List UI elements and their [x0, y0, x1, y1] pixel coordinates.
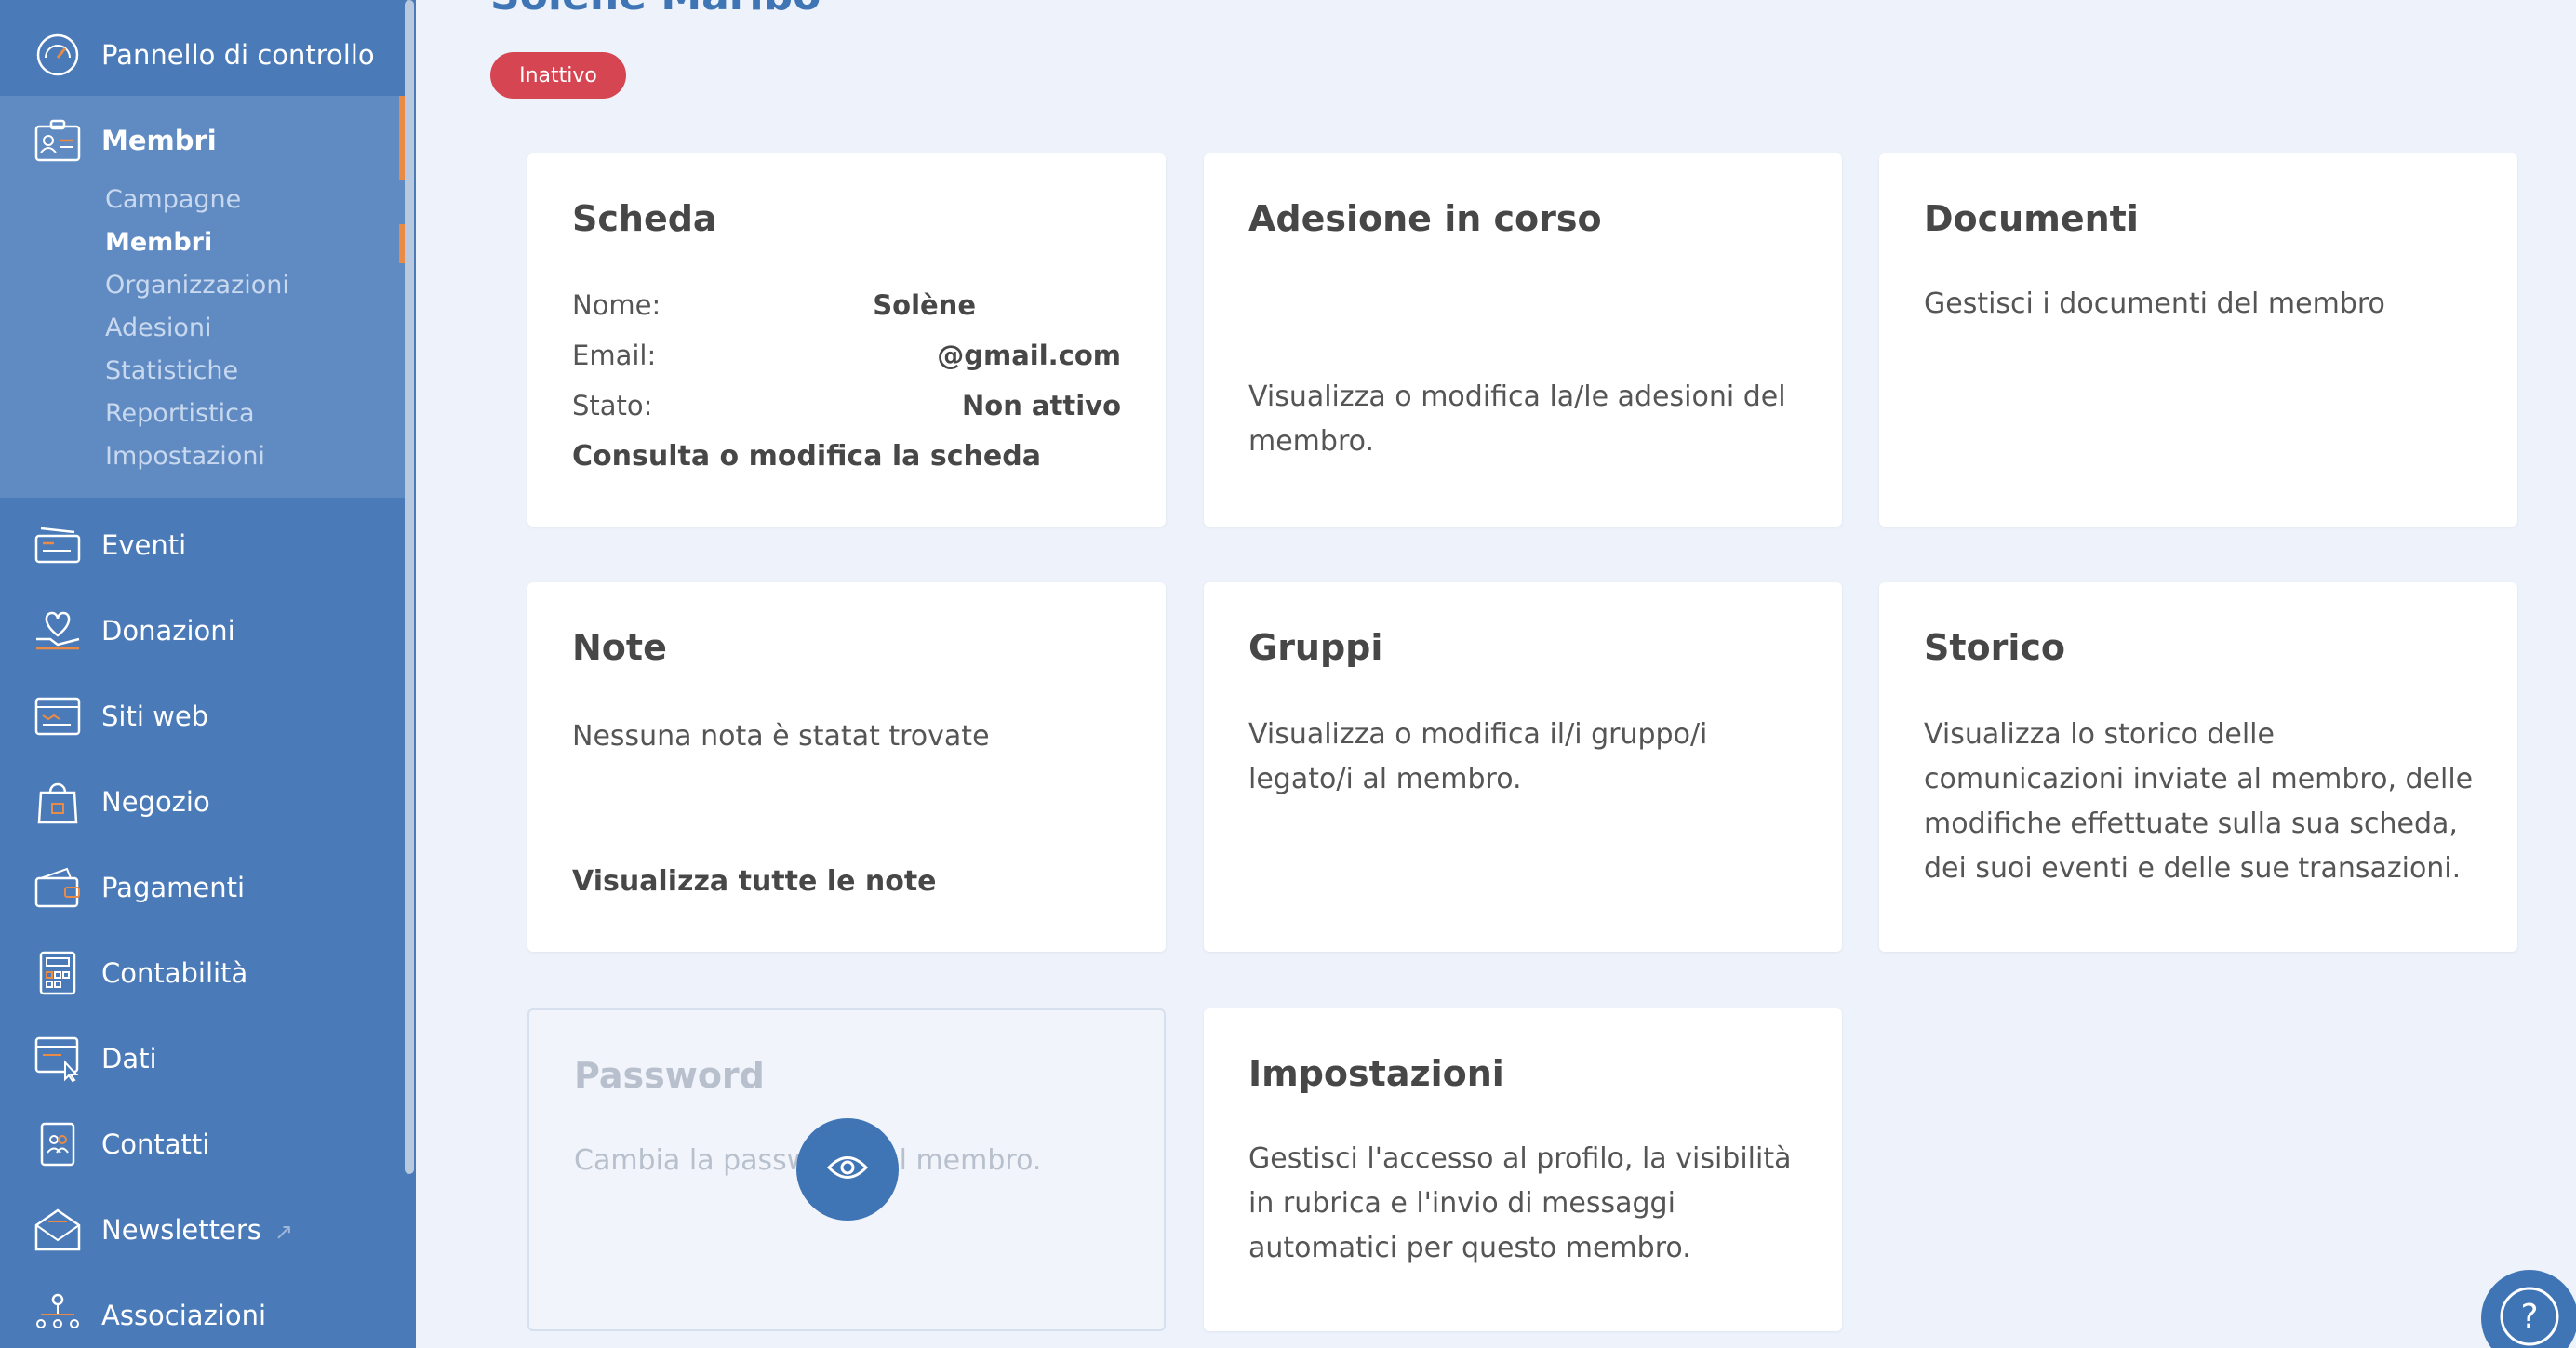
card-title: Documenti [1924, 198, 2139, 239]
sidebar-item-contacts[interactable]: Contatti [0, 1101, 405, 1187]
sidebar-item-shop[interactable]: Negozio [0, 759, 405, 845]
svg-text:?: ? [2520, 1298, 2538, 1336]
sidebar-item-data[interactable]: Dati [0, 1016, 405, 1101]
card-description: Visualizza lo storico delle comunicazion… [1924, 718, 2474, 885]
data-icon [33, 1034, 82, 1083]
submenu-item-statistics[interactable]: Statistiche [105, 356, 238, 385]
events-icon [33, 521, 82, 569]
field-label: Stato: [572, 390, 653, 421]
submenu-item-members[interactable]: Membri [105, 228, 212, 257]
sidebar: Pannello di controllo Membri Campagne Me… [0, 0, 416, 1348]
view-password-button[interactable] [796, 1118, 899, 1221]
sidebar-item-label: Siti web [101, 701, 209, 732]
status-badge: Inattivo [490, 52, 626, 99]
card-description: Visualizza o modifica la/le adesioni del… [1248, 380, 1786, 458]
sidebar-item-members[interactable]: Membri [0, 98, 405, 183]
field-email: Email: @gmail.com [572, 340, 1121, 377]
field-name: Nome: Solène [572, 289, 1121, 327]
card-title: Gruppi [1248, 627, 1383, 668]
sidebar-item-label: Membri [101, 125, 217, 156]
card-description: Nessuna nota è statat trovate [572, 720, 990, 753]
card-description: Gestisci i documenti del membro [1924, 287, 2385, 320]
submenu-item-campaigns[interactable]: Campagne [105, 185, 241, 214]
website-icon [33, 692, 82, 741]
card-title: Impostazioni [1248, 1053, 1504, 1094]
submenu-item-organizations[interactable]: Organizzazioni [105, 271, 289, 300]
field-value: Non attivo [962, 390, 1121, 421]
card-settings[interactable]: Impostazioni Gestisci l'accesso al profi… [1204, 1008, 1842, 1331]
card-title: Password [574, 1055, 765, 1096]
page-title: Solène Maribo [490, 0, 821, 20]
sidebar-item-label: Pagamenti [101, 872, 246, 903]
shop-icon [33, 778, 82, 826]
field-value: @gmail.com [937, 340, 1121, 371]
sidebar-item-payments[interactable]: Pagamenti [0, 845, 405, 930]
sidebar-item-newsletters[interactable]: Newsletters ↗ [0, 1187, 405, 1273]
card-title: Adesione in corso [1248, 198, 1602, 239]
sidebar-item-label: Eventi [101, 529, 187, 561]
sidebar-item-label: Contatti [101, 1128, 210, 1160]
sidebar-item-label: Negozio [101, 786, 210, 818]
sidebar-item-label: Donazioni [101, 615, 235, 647]
submenu-item-reports[interactable]: Reportistica [105, 399, 255, 428]
sidebar-item-donations[interactable]: Donazioni [0, 588, 405, 674]
sidebar-item-accounting[interactable]: Contabilità [0, 930, 405, 1016]
card-description: Gestisci l'accesso al profilo, la visibi… [1248, 1142, 1792, 1264]
payments-icon [33, 863, 82, 912]
submenu-item-settings[interactable]: Impostazioni [105, 442, 265, 471]
card-groups[interactable]: Gruppi Visualizza o modifica il/i gruppo… [1204, 582, 1842, 952]
external-link-icon: ↗ [274, 1219, 293, 1245]
card-profile[interactable]: Scheda Nome: Solène Email: @gmail.com St… [527, 153, 1166, 527]
view-all-notes-link[interactable]: Visualizza tutte le note [572, 865, 937, 898]
sidebar-item-label-text: Newsletters [101, 1214, 261, 1246]
sidebar-item-label: Pannello di controllo [101, 39, 375, 71]
card-history[interactable]: Storico Visualizza lo storico delle comu… [1879, 582, 2517, 952]
members-icon [33, 116, 82, 165]
card-description: Visualizza o modifica il/i gruppo/i lega… [1248, 718, 1708, 795]
field-status: Stato: Non attivo [572, 390, 1121, 427]
card-title: Scheda [572, 198, 717, 239]
card-title: Storico [1924, 627, 2066, 668]
card-title: Note [572, 627, 667, 668]
field-value: Solène [873, 289, 976, 321]
card-notes[interactable]: Note Nessuna nota è statat trovate Visua… [527, 582, 1166, 952]
sidebar-item-label: Newsletters ↗ [101, 1214, 293, 1246]
card-membership[interactable]: Adesione in corso Visualizza o modifica … [1204, 153, 1842, 527]
eye-icon [826, 1154, 869, 1185]
sidebar-item-label: Associazioni [101, 1300, 267, 1331]
help-icon: ? [2497, 1284, 2562, 1348]
sidebar-item-label: Dati [101, 1043, 157, 1074]
help-button[interactable]: ? [2481, 1270, 2576, 1348]
sidebar-item-dashboard[interactable]: Pannello di controllo [0, 12, 405, 98]
field-label: Email: [572, 340, 657, 371]
associations-icon [33, 1291, 82, 1340]
submenu-item-memberships[interactable]: Adesioni [105, 314, 211, 342]
sidebar-item-events[interactable]: Eventi [0, 502, 405, 588]
card-documents[interactable]: Documenti Gestisci i documenti del membr… [1879, 153, 2517, 527]
edit-profile-link[interactable]: Consulta o modifica la scheda [572, 440, 1041, 473]
sidebar-item-label: Contabilità [101, 957, 248, 989]
sidebar-scrollbar[interactable] [405, 0, 414, 1174]
dashboard-icon [33, 31, 82, 79]
sidebar-item-associations[interactable]: Associazioni [0, 1273, 405, 1348]
contacts-icon [33, 1120, 82, 1168]
field-label: Nome: [572, 289, 661, 321]
newsletter-icon [33, 1206, 82, 1254]
sidebar-item-websites[interactable]: Siti web [0, 674, 405, 759]
accounting-icon [33, 949, 82, 997]
donations-icon [33, 607, 82, 655]
